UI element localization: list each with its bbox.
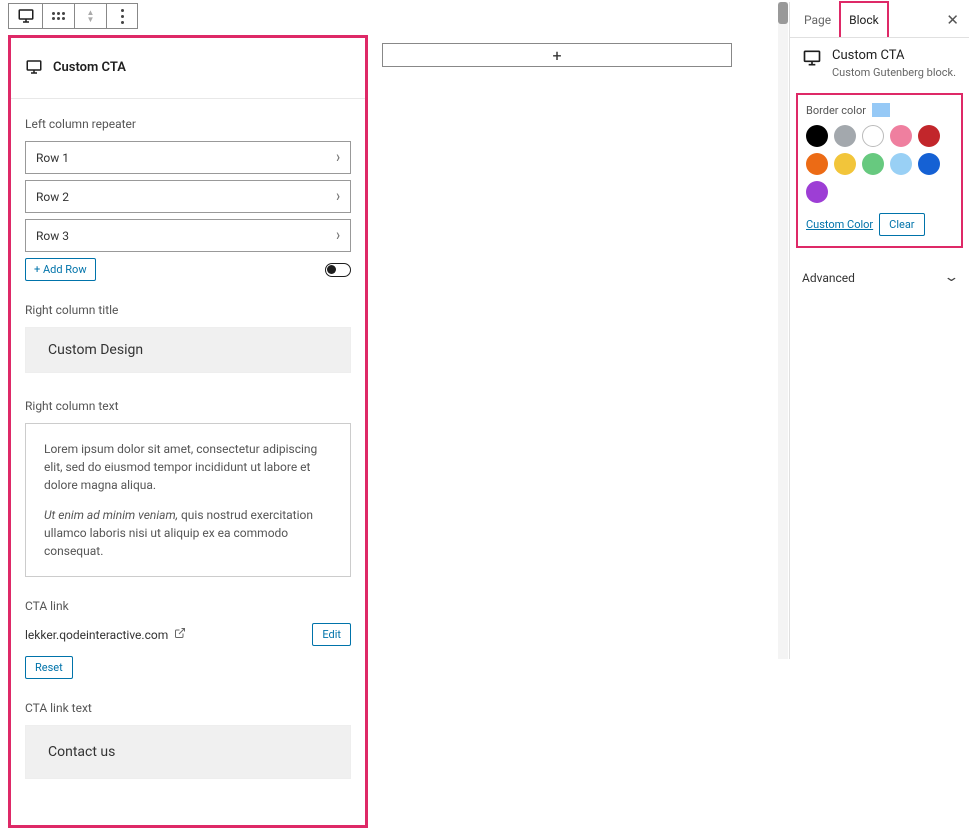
color-swatch[interactable] xyxy=(890,153,912,175)
move-up-down-button[interactable]: ▲▼ xyxy=(75,4,107,28)
block-toolbar: ▲▼ xyxy=(8,3,138,29)
cta-link-text-label: CTA link text xyxy=(25,701,351,715)
richtext-p1: Lorem ipsum dolor sit amet, consectetur … xyxy=(44,440,332,494)
block-icon xyxy=(25,58,43,76)
selected-color-preview xyxy=(872,103,890,117)
reset-link-button[interactable]: Reset xyxy=(25,656,73,679)
color-swatch[interactable] xyxy=(834,125,856,147)
repeater-toggle[interactable] xyxy=(325,263,351,277)
desktop-view-button[interactable] xyxy=(9,4,43,28)
color-swatch[interactable] xyxy=(890,125,912,147)
left-repeater-label: Left column repeater xyxy=(25,117,351,131)
chevron-right-icon: › xyxy=(336,226,340,246)
color-swatch[interactable] xyxy=(862,153,884,175)
drag-handle-button[interactable] xyxy=(43,4,75,28)
repeater-row[interactable]: Row 2 › xyxy=(25,180,351,213)
close-sidebar-button[interactable]: ✕ xyxy=(946,11,959,29)
cta-link-text-input[interactable]: Contact us xyxy=(25,725,351,779)
more-options-button[interactable] xyxy=(107,4,137,28)
chevron-right-icon: › xyxy=(336,187,340,207)
edit-link-button[interactable]: Edit xyxy=(312,623,351,646)
repeater-row[interactable]: Row 3 › xyxy=(25,219,351,252)
border-color-label: Border color xyxy=(806,103,953,117)
add-row-button[interactable]: + Add Row xyxy=(25,258,96,281)
cta-link-label: CTA link xyxy=(25,599,351,613)
settings-sidebar: Page Block ✕ Custom CTA Custom Gutenberg… xyxy=(789,2,969,659)
color-swatch[interactable] xyxy=(918,125,940,147)
scrollbar-thumb[interactable] xyxy=(778,2,788,24)
custom-cta-block: Custom CTA Left column repeater Row 1›Ro… xyxy=(8,35,368,828)
color-swatch[interactable] xyxy=(918,153,940,175)
custom-color-link[interactable]: Custom Color xyxy=(806,218,873,231)
desktop-icon xyxy=(17,7,35,25)
block-info-name: Custom CTA xyxy=(832,48,956,63)
block-info: Custom CTA Custom Gutenberg block. xyxy=(790,38,969,93)
chevron-down-icon: ⌄ xyxy=(943,270,959,285)
block-header: Custom CTA xyxy=(25,58,351,76)
right-text-label: Right column text xyxy=(25,399,351,413)
block-info-icon xyxy=(802,48,822,68)
color-swatch[interactable] xyxy=(806,181,828,203)
color-swatches xyxy=(806,125,953,203)
right-text-input[interactable]: Lorem ipsum dolor sit amet, consectetur … xyxy=(25,423,351,577)
more-icon xyxy=(121,9,124,24)
border-color-panel: Border color Custom Color Clear xyxy=(796,93,963,248)
block-title: Custom CTA xyxy=(53,60,126,75)
right-title-input[interactable]: Custom Design xyxy=(25,327,351,373)
divider xyxy=(11,98,365,99)
tab-block[interactable]: Block xyxy=(839,1,889,37)
color-swatch[interactable] xyxy=(806,153,828,175)
color-swatch[interactable] xyxy=(806,125,828,147)
row-label: Row 3 xyxy=(36,229,69,243)
cta-link-url: lekker.qodeinteractive.com xyxy=(25,627,186,642)
repeater-row[interactable]: Row 1 › xyxy=(25,141,351,174)
add-block-button[interactable]: + xyxy=(382,43,732,67)
row-label: Row 2 xyxy=(36,190,69,204)
chevron-right-icon: › xyxy=(336,148,340,168)
richtext-p2: Ut enim ad minim veniam, quis nostrud ex… xyxy=(44,506,332,560)
right-title-label: Right column title xyxy=(25,303,351,317)
sidebar-tabs: Page Block ✕ xyxy=(790,2,969,38)
tab-page[interactable]: Page xyxy=(796,2,839,37)
editor-scrollbar[interactable] xyxy=(778,2,788,659)
color-swatch[interactable] xyxy=(834,153,856,175)
block-info-sub: Custom Gutenberg block. xyxy=(832,66,956,79)
drag-icon xyxy=(52,12,65,20)
clear-color-button[interactable]: Clear xyxy=(879,213,924,236)
cta-link-row: lekker.qodeinteractive.com Edit xyxy=(25,623,351,646)
row-label: Row 1 xyxy=(36,151,69,165)
color-swatch[interactable] xyxy=(862,125,884,147)
up-down-icon: ▲▼ xyxy=(87,9,95,23)
external-link-icon[interactable] xyxy=(174,627,186,642)
advanced-panel-toggle[interactable]: Advanced ⌄ xyxy=(790,262,969,293)
